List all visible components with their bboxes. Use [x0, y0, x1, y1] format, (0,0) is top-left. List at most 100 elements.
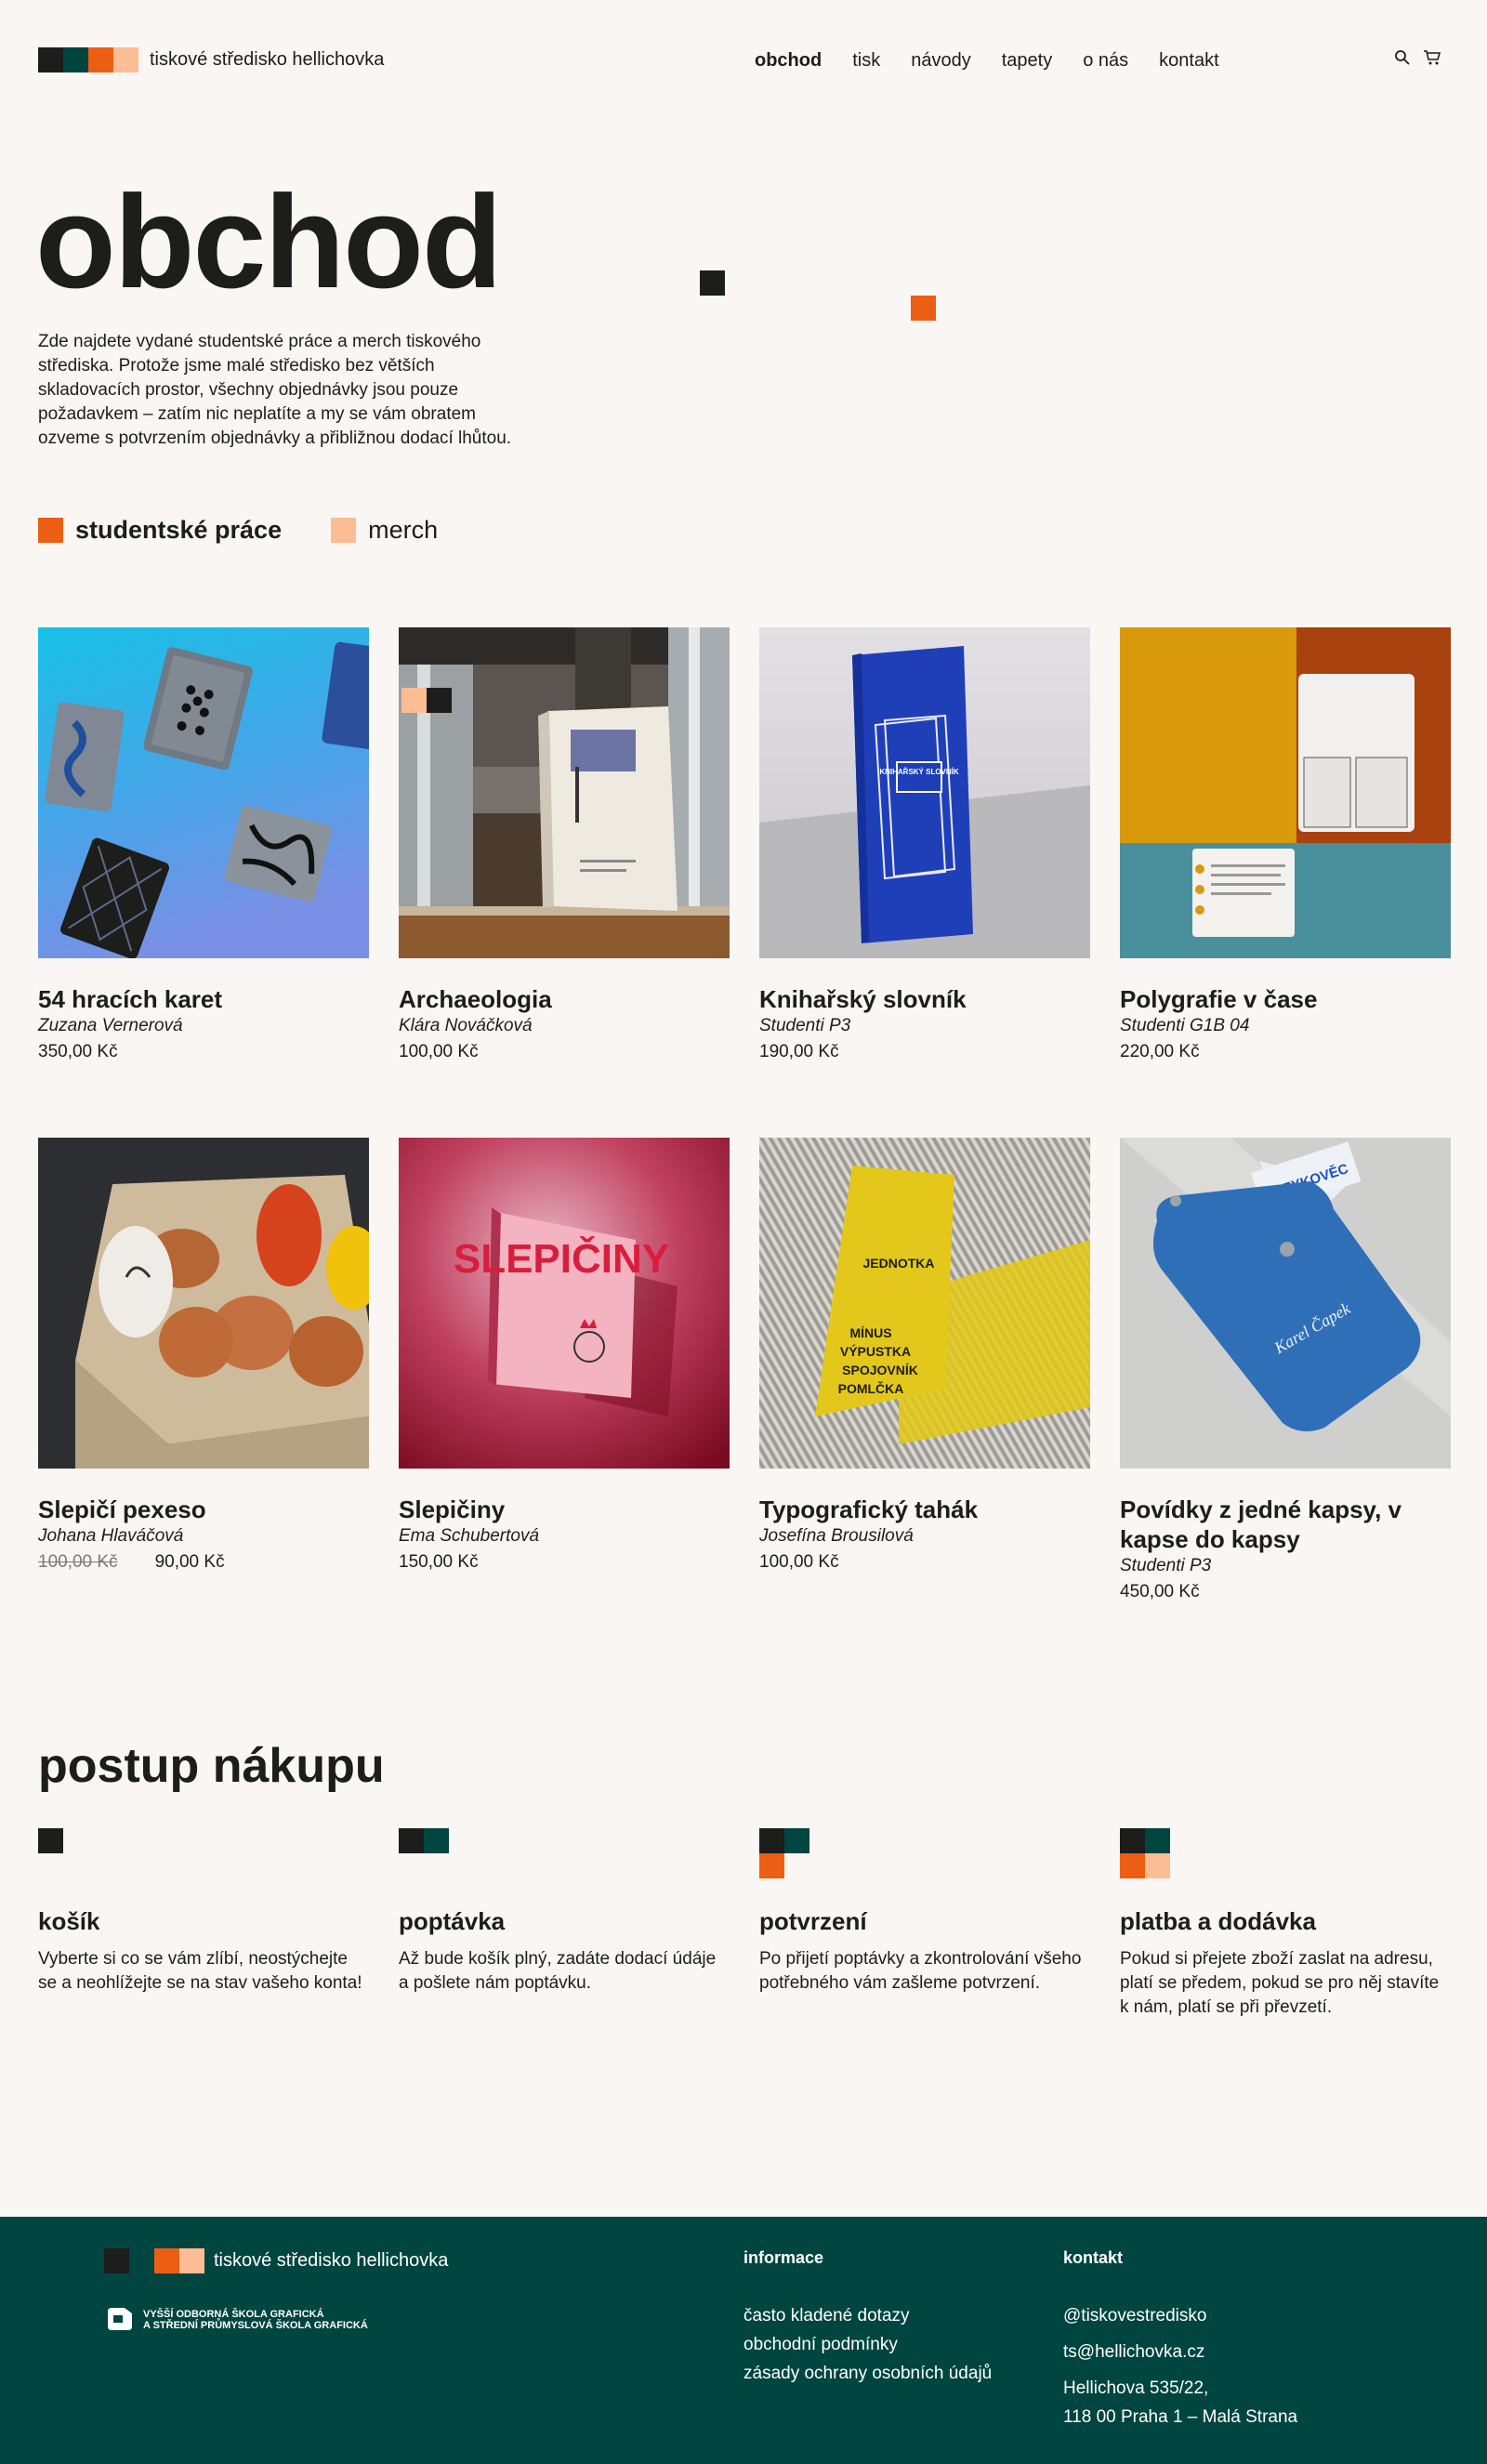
site-header: tiskové středisko hellichovka obchod tis… [38, 46, 1441, 74]
tahak-word-5: POMLČKA [838, 1380, 904, 1396]
product-name[interactable]: Polygrafie v čase [1120, 984, 1451, 1014]
book-title-text: KNIHAŘSKÝ SLOVNÍK [879, 768, 959, 776]
product-price: 100,00 Kč 90,00 Kč [38, 1552, 369, 1573]
price-value: 100,00 Kč [399, 1042, 479, 1061]
step-title: poptávka [399, 1907, 506, 1935]
price-value: 190,00 Kč [759, 1042, 839, 1061]
school-emblem-icon [108, 2308, 132, 2330]
price-value: 350,00 Kč [38, 1042, 118, 1061]
step-indicator [759, 1828, 1085, 1884]
tahak-word-3: VÝPUSTKA [840, 1343, 911, 1359]
product-price: 450,00 Kč [1120, 1582, 1451, 1602]
decor-square-dark [700, 270, 725, 296]
product-card[interactable]: KNIHAŘSKÝ SLOVNÍK Knihařský slovník Stud… [759, 627, 1090, 1062]
nav-item-kontakt[interactable]: kontakt [1159, 50, 1218, 72]
nav-item-obchod[interactable]: obchod [755, 50, 822, 72]
product-image[interactable] [38, 1138, 369, 1469]
product-card[interactable]: Archaeologia Klára Nováčková 100,00 Kč [399, 627, 730, 1062]
product-price: 150,00 Kč [399, 1552, 730, 1573]
product-price: 100,00 Kč [399, 1042, 730, 1062]
logo-square-green [63, 47, 88, 72]
footer-address-line-1: Hellichova 535/22, [1063, 2378, 1209, 2398]
category-filters: studentské práce merch [38, 516, 487, 545]
step-indicator [1120, 1828, 1445, 1884]
product-name[interactable]: Slepičí pexeso [38, 1495, 369, 1524]
footer-link-terms[interactable]: obchodní podmínky [744, 2330, 992, 2359]
nav-item-tisk[interactable]: tisk [852, 50, 880, 72]
price-value: 90,00 Kč [154, 1552, 225, 1572]
product-card[interactable]: Slepičí pexeso Johana Hlaváčová 100,00 K… [38, 1138, 369, 1573]
product-card[interactable]: JEDNOTKA MÍNUS VÝPUSTKA SPOJOVNÍK POMLČK… [759, 1138, 1090, 1573]
step-title: košík [38, 1907, 100, 1935]
logo-square-dark [38, 47, 63, 72]
filter-merch[interactable]: merch [331, 516, 438, 545]
step-text: Až bude košík plný, zadáte dodací údáje … [399, 1949, 717, 1993]
product-card[interactable]: JAZYKOVĚC Karel Čapek Povídky z jedné ka… [1120, 1138, 1451, 1602]
footer-link-privacy[interactable]: zásady ochrany osobních údajů [744, 2359, 992, 2388]
product-price: 350,00 Kč [38, 1042, 369, 1062]
product-image[interactable]: JAZYKOVĚC Karel Čapek [1120, 1138, 1451, 1469]
product-name[interactable]: Typografický tahák [759, 1495, 1090, 1524]
process-step: platba a dodávka Pokud si přejete zboží … [1120, 1828, 1445, 2020]
product-image[interactable] [1120, 627, 1451, 958]
step-indicator [399, 1828, 724, 1884]
footer-link-faq[interactable]: často kladené dotazy [744, 2301, 992, 2330]
logo-text: tiskové středisko hellichovka [150, 49, 385, 70]
product-name[interactable]: Slepičiny [399, 1495, 730, 1524]
price-value: 220,00 Kč [1120, 1042, 1200, 1061]
nav-item-tapety[interactable]: tapety [1002, 50, 1052, 72]
product-image[interactable] [399, 627, 730, 958]
footer-instagram-link[interactable]: @tiskovestredisko [1063, 2301, 1297, 2330]
product-author: Josefína Brousilová [759, 1526, 914, 1546]
step-text: Po přijetí poptávky a zkontrolování všeh… [759, 1949, 1082, 1993]
logo-square-dark [104, 2248, 129, 2273]
product-card[interactable]: Polygrafie v čase Studenti G1B 04 220,00… [1120, 627, 1451, 1062]
product-author: Johana Hlaváčová [38, 1526, 184, 1546]
filter-label: studentské práce [75, 516, 283, 544]
search-icon[interactable] [1393, 48, 1412, 67]
school-logo[interactable]: VYŠŠÍ ODBORNÁ ŠKOLA GRAFICKÁ A STŘEDNÍ P… [104, 2306, 368, 2334]
product-name[interactable]: Knihařský slovník [759, 984, 1090, 1014]
filter-label: merch [368, 516, 439, 544]
logo-square-peach [179, 2248, 204, 2273]
main-nav: obchod tisk návody tapety o nás kontakt [755, 50, 1250, 72]
product-name[interactable]: 54 hracích karet [38, 984, 369, 1014]
step-title: platba a dodávka [1120, 1907, 1316, 1935]
process-step: košík Vyberte si co se vám zlíbí, neostý… [38, 1828, 363, 1996]
footer-info-column: informace často kladené dotazy obchodní … [744, 2248, 992, 2388]
nav-item-o-nas[interactable]: o nás [1083, 50, 1128, 72]
process-title: postup nákupu [38, 1739, 385, 1793]
nav-item-navody[interactable]: návody [911, 50, 971, 72]
filter-studentske-prace[interactable]: studentské práce [38, 516, 282, 545]
product-image[interactable]: JEDNOTKA MÍNUS VÝPUSTKA SPOJOVNÍK POMLČK… [759, 1138, 1090, 1469]
page-description: Zde najdete vydané studentské práce a me… [38, 332, 512, 448]
step-title: potvrzení [759, 1907, 867, 1935]
filter-swatch [38, 518, 63, 543]
footer-logo-text: tiskové středisko hellichovka [214, 2250, 449, 2271]
cart-icon[interactable] [1423, 48, 1441, 67]
price-value: 450,00 Kč [1120, 1582, 1200, 1601]
logo-square-orange [154, 2248, 179, 2273]
product-author: Studenti G1B 04 [1120, 1016, 1250, 1035]
product-image[interactable]: SLEPIČINY [399, 1138, 730, 1469]
product-card[interactable]: SLEPIČINY Slepičiny Ema Schubertová 150,… [399, 1138, 730, 1573]
step-indicator [38, 1828, 363, 1884]
product-card[interactable]: 54 hracích karet Zuzana Vernerová 350,00… [38, 627, 369, 1062]
product-author: Klára Nováčková [399, 1016, 533, 1035]
product-name[interactable]: Archaeologia [399, 984, 730, 1014]
site-logo[interactable]: tiskové středisko hellichovka [38, 47, 384, 72]
page-title: obchod [35, 168, 503, 316]
product-image[interactable]: KNIHAŘSKÝ SLOVNÍK [759, 627, 1090, 958]
school-name: VYŠŠÍ ODBORNÁ ŠKOLA GRAFICKÁ A STŘEDNÍ P… [143, 2309, 368, 2331]
product-image[interactable] [38, 627, 369, 958]
footer-contact-title: kontakt [1063, 2248, 1124, 2267]
product-name[interactable]: Povídky z jedné kapsy, v kapse do kapsy [1120, 1495, 1451, 1554]
product-price: 190,00 Kč [759, 1042, 1090, 1062]
price-value: 150,00 Kč [399, 1552, 479, 1572]
step-text: Vyberte si co se vám zlíbí, neostýchejte… [38, 1949, 362, 1993]
footer-logo[interactable]: tiskové středisko hellichovka [104, 2248, 448, 2273]
footer-email-link[interactable]: ts@hellichovka.cz [1063, 2338, 1297, 2366]
filter-swatch [331, 518, 357, 543]
product-author: Ema Schubertová [399, 1526, 540, 1546]
cover-title: SLEPIČINY [454, 1234, 669, 1282]
